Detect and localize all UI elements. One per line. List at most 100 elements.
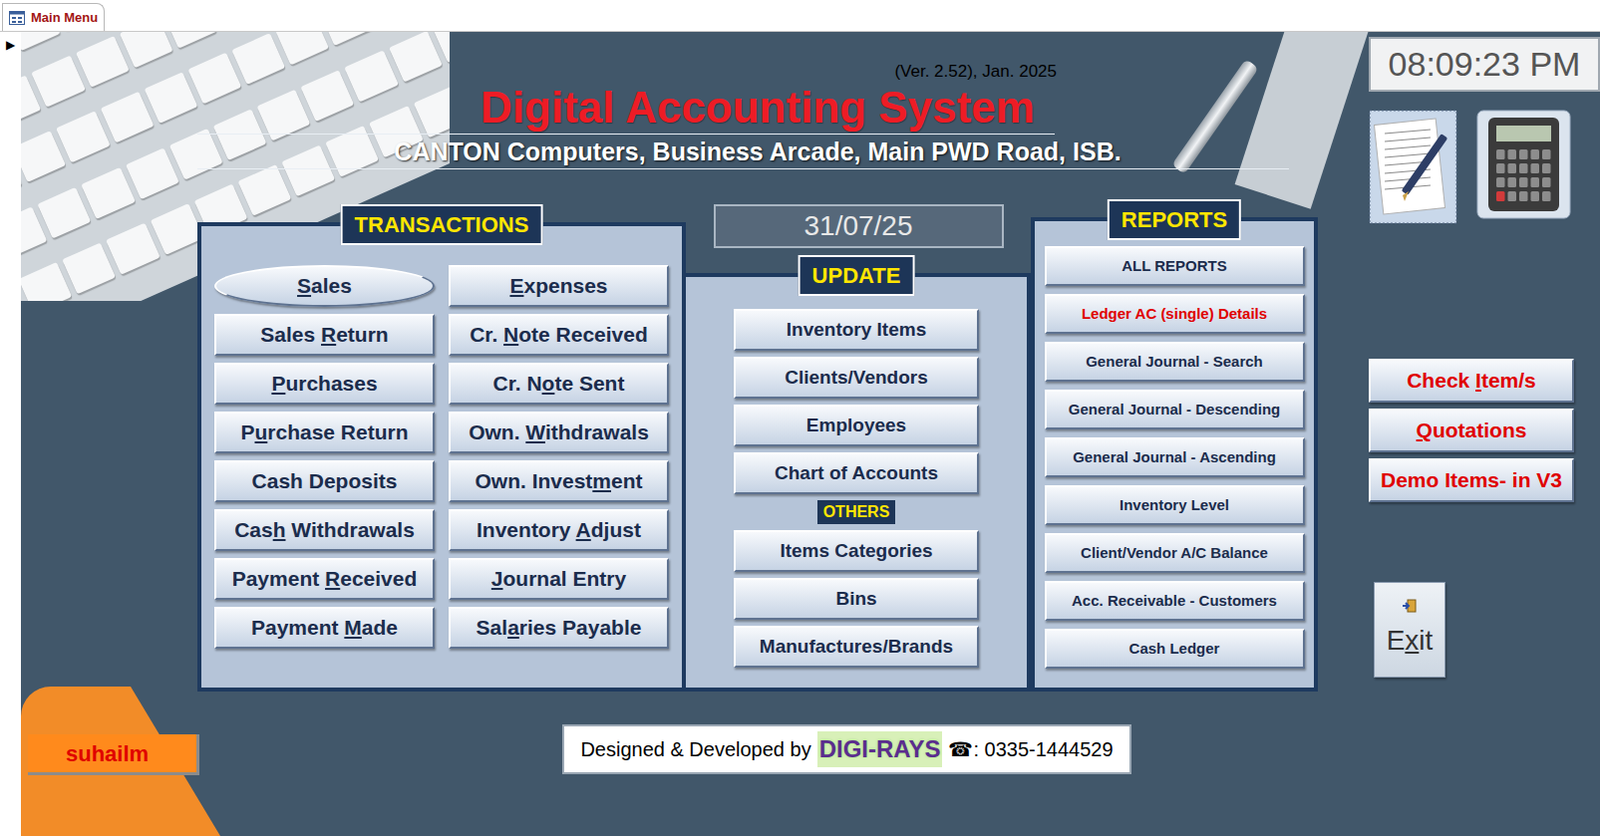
update-button[interactable]: Inventory Items (733, 309, 979, 351)
title-rule (197, 133, 1055, 135)
label-text: Payment Made (251, 612, 398, 644)
label-text: Sales (297, 270, 352, 303)
company-subtitle: CANTON Computers, Business Arcade, Main … (197, 134, 1318, 169)
label-text: Expenses (509, 270, 608, 303)
label-text: Salaries Payable (476, 612, 642, 644)
side-button[interactable]: Demo Items- in V3 (1368, 458, 1575, 503)
form-background: suhailm(Ver. 2.52), Jan. 2025Digital Acc… (20, 31, 1600, 836)
transaction-button[interactable]: Purchases (214, 362, 435, 405)
report-button[interactable]: General Journal - Descending (1044, 389, 1305, 430)
update-panel: UPDATEInventory ItemsClients/VendorsEmpl… (685, 273, 1031, 692)
transaction-button[interactable]: Cash Deposits (214, 460, 435, 503)
label-text: Own. Withdrawals (468, 416, 649, 449)
keyboard-key (300, 69, 354, 122)
transaction-button[interactable]: Cr. Note Received (448, 314, 669, 356)
label-text: Cr. Note Sent (493, 367, 626, 400)
developer-brand: DIGI-RAYS (817, 731, 944, 768)
hotkey-letter: o (542, 371, 556, 395)
transaction-button[interactable]: Sales Return (214, 314, 435, 356)
keyboard-key (30, 54, 85, 107)
right-column: 08:09:23 PM Check Item/s Quotations Demo It… (1317, 31, 1600, 836)
transactions-column: Sales Sales Return Purchases Purchase Retur… (214, 265, 435, 688)
keyboard-key (80, 167, 135, 220)
footer-phone: ☎: 0335-1444529 (948, 734, 1113, 765)
transaction-button[interactable]: Purchase Return (214, 411, 435, 454)
clock-display: 08:09:23 PM (1368, 36, 1600, 92)
report-button[interactable]: Acc. Receivable - Customers (1044, 581, 1305, 622)
hotkey-letter: x (1404, 625, 1419, 656)
form-area: ▶suhailm(Ver. 2.52), Jan. 2025Digital Ac… (0, 31, 1600, 836)
tab-label: Main Menu (30, 7, 98, 28)
keyboard-key (187, 52, 242, 105)
keyboard-key (62, 243, 117, 296)
report-button[interactable]: Client/Vendor A/C Balance (1044, 533, 1305, 574)
label-text: Purchase Return (240, 416, 408, 449)
update-button[interactable]: Clients/Vendors (733, 356, 979, 399)
exit-button[interactable]: Exit (1373, 582, 1446, 678)
transactions-column: Expenses Cr. Note Received Cr. Note Sent Ow… (448, 265, 669, 688)
transaction-button[interactable]: Own. Investment (448, 460, 669, 503)
others-label: OTHERS (817, 500, 897, 525)
report-button[interactable]: General Journal - Search (1044, 341, 1305, 382)
keyboard-key (118, 31, 173, 68)
transaction-button[interactable]: Sales (214, 265, 435, 308)
record-selector[interactable]: ▶ (0, 31, 21, 836)
keyboard-key (74, 35, 129, 88)
hotkey-letter: R (320, 322, 336, 346)
report-button[interactable]: Cash Ledger (1044, 629, 1305, 669)
hotkey-letter: u (254, 420, 268, 444)
calculator-icon[interactable] (1476, 109, 1572, 220)
side-button[interactable]: Quotations (1368, 408, 1575, 453)
transaction-button[interactable]: Expenses (448, 265, 669, 308)
version-text: (Ver. 2.52), Jan. 2025 (197, 61, 1318, 82)
keyboard-key (99, 91, 154, 144)
transaction-button[interactable]: Payment Made (214, 607, 435, 649)
left-column: suhailm (20, 31, 198, 836)
update-button[interactable]: Employees (733, 404, 979, 447)
hotkey-letter: J (491, 567, 504, 591)
notepad-icon[interactable] (1368, 109, 1458, 225)
form-icon (8, 10, 25, 25)
keyboard-key (343, 49, 398, 102)
hotkey-letter: N (503, 322, 519, 346)
hotkey-letter: m (592, 469, 612, 493)
label-text: Demo Items- in V3 (1380, 464, 1563, 497)
others-button[interactable]: Items Categories (733, 530, 979, 573)
keyboard-key (168, 128, 223, 181)
label-text: Inventory Adjust (476, 514, 641, 547)
transaction-button[interactable]: Payment Received (214, 558, 435, 601)
others-button[interactable]: Bins (733, 578, 979, 621)
keyboard-key (387, 31, 442, 83)
label-text: Purchases (271, 367, 377, 400)
tool-icons (1368, 109, 1600, 225)
app-title: Digital Accounting System (197, 81, 1318, 134)
report-button[interactable]: General Journal - Ascending (1044, 437, 1305, 478)
report-button[interactable]: Ledger AC (single) Details (1044, 294, 1305, 334)
others-button[interactable]: Manufactures/Brands (733, 626, 979, 668)
subtitle-rule (197, 168, 1289, 170)
hotkey-letter: a (507, 616, 520, 640)
hotkey-letter: I (1475, 368, 1482, 392)
hotkey-letter: h (273, 518, 287, 542)
report-button[interactable]: ALL REPORTS (1044, 246, 1305, 287)
main-menu-tab[interactable]: Main Menu (1, 2, 105, 31)
transaction-button[interactable]: Cash Withdrawals (214, 509, 435, 552)
update-column: 31/07/25UPDATEInventory ItemsClients/Ven… (685, 204, 1031, 692)
transaction-button[interactable]: Own. Withdrawals (448, 411, 669, 454)
transactions-panel: TRANSACTIONSSalesSales ReturnPurchasesPu… (197, 222, 686, 692)
keyboard-key (20, 31, 60, 51)
transaction-button[interactable]: Journal Entry (448, 558, 669, 601)
keyboard-key (36, 186, 91, 239)
keyboard-key (231, 32, 286, 85)
transaction-button[interactable]: Salaries Payable (448, 607, 669, 649)
transaction-button[interactable]: Inventory Adjust (448, 509, 669, 552)
keyboard-key (150, 204, 205, 257)
update-button[interactable]: Chart of Accounts (733, 452, 979, 495)
transaction-button[interactable]: Cr. Note Sent (448, 362, 669, 405)
label-text: Sales Return (260, 319, 388, 351)
paper-photo (1235, 31, 1370, 210)
panel-title: UPDATE (798, 255, 916, 297)
label-text: Own. Investment (474, 465, 642, 498)
side-button[interactable]: Check Item/s (1368, 358, 1575, 403)
report-button[interactable]: Inventory Level (1044, 485, 1305, 526)
